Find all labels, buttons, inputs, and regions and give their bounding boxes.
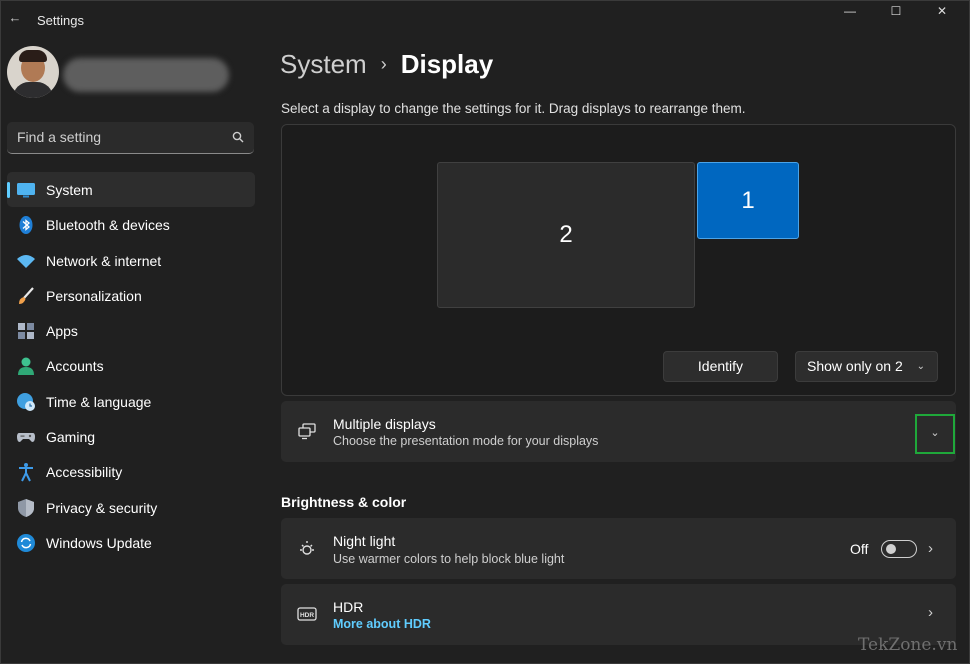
brightness-section-heading: Brightness & color: [281, 494, 407, 510]
sidebar-item-accounts[interactable]: Accounts: [7, 348, 255, 383]
search-input[interactable]: Find a setting: [17, 129, 101, 145]
display-2-number: 2: [559, 221, 573, 248]
display-arrangement-hint: Select a display to change the settings …: [281, 101, 746, 116]
sidebar-item-gaming[interactable]: Gaming: [7, 419, 255, 454]
hdr-title: HDR: [333, 599, 364, 615]
accessibility-icon: [19, 463, 33, 482]
chevron-down-icon: ⌄: [916, 361, 925, 372]
sidebar-item-label: Gaming: [46, 429, 96, 446]
multiple-displays-title: Multiple displays: [333, 416, 436, 432]
sidebar-nav: System Bluetooth & devices Network & int…: [7, 172, 255, 560]
sidebar-item-label: Apps: [46, 323, 78, 340]
breadcrumb-parent[interactable]: System: [280, 49, 367, 79]
sidebar-item-label: System: [46, 182, 93, 198]
multiple-displays-subtitle: Choose the presentation mode for your di…: [333, 434, 599, 448]
more-about-hdr-link[interactable]: More about HDR: [333, 617, 431, 631]
chevron-down-icon: ⌄: [930, 427, 940, 439]
display-arrangement-panel: 2 1 Identify Show only on 2 ⌄: [281, 124, 956, 396]
gamepad-icon: [17, 433, 35, 443]
hdr-card[interactable]: HDR HDR More about HDR ›: [281, 584, 956, 645]
sidebar-item-time-language[interactable]: Time & language: [7, 384, 255, 419]
active-indicator: [7, 182, 10, 198]
chevron-right-icon[interactable]: ›: [928, 540, 933, 557]
night-light-icon: [300, 541, 314, 555]
night-light-state-label: Off: [850, 541, 869, 557]
avatar[interactable]: [7, 46, 59, 98]
brush-icon: [19, 287, 34, 304]
sidebar-item-apps[interactable]: Apps: [7, 313, 255, 348]
sidebar-item-label: Privacy & security: [46, 499, 158, 516]
multiple-displays-icon: [298, 423, 316, 440]
display-mode-dropdown[interactable]: Show only on 2 ⌄: [795, 351, 938, 382]
apps-icon: [18, 323, 34, 340]
multiple-displays-card[interactable]: Multiple displays Choose the presentatio…: [281, 401, 956, 462]
sidebar-item-personalization[interactable]: Personalization: [7, 278, 255, 313]
update-icon: [17, 533, 35, 552]
hdr-icon: HDR: [297, 607, 317, 621]
sidebar-item-bluetooth[interactable]: Bluetooth & devices: [7, 207, 255, 242]
title-bar: ← Settings — ☐ ✕: [1, 1, 969, 41]
display-1-number: 1: [741, 187, 755, 214]
sidebar-item-label: Bluetooth & devices: [46, 217, 170, 234]
sidebar-item-accessibility[interactable]: Accessibility: [7, 454, 255, 489]
wifi-icon: [17, 254, 35, 268]
sidebar-item-system[interactable]: System: [7, 172, 255, 208]
night-light-title: Night light: [333, 533, 396, 549]
search-icon: [232, 131, 244, 143]
sidebar-item-privacy-security[interactable]: Privacy & security: [7, 490, 255, 525]
display-2-tile[interactable]: 2: [437, 162, 695, 308]
settings-window: ← Settings — ☐ ✕ Find a setting System B…: [0, 0, 970, 664]
maximize-button[interactable]: ☐: [873, 1, 919, 21]
sidebar-item-windows-update[interactable]: Windows Update: [7, 525, 255, 560]
night-light-toggle[interactable]: [881, 540, 917, 558]
sidebar-item-label: Network & internet: [46, 252, 162, 269]
shield-icon: [18, 498, 34, 517]
chevron-right-icon[interactable]: ›: [928, 604, 933, 621]
display-1-tile[interactable]: 1: [697, 162, 799, 239]
back-arrow-icon[interactable]: ←: [7, 9, 23, 27]
search-box[interactable]: Find a setting: [7, 122, 254, 154]
account-name-blurred: [63, 58, 229, 92]
person-icon: [18, 357, 34, 376]
breadcrumb: System › Display: [280, 49, 493, 80]
expand-button[interactable]: ⌄: [915, 414, 955, 454]
app-title: Settings: [37, 13, 84, 28]
night-light-subtitle: Use warmer colors to help block blue lig…: [333, 552, 565, 566]
globe-clock-icon: [17, 392, 35, 411]
bluetooth-icon: [19, 216, 33, 235]
sidebar-item-label: Accessibility: [46, 464, 123, 481]
night-light-card[interactable]: Night light Use warmer colors to help bl…: [281, 518, 956, 579]
sidebar-item-network[interactable]: Network & internet: [7, 243, 255, 278]
sidebar-item-label: Personalization: [46, 287, 142, 304]
hdr-icon-text: HDR: [300, 612, 314, 619]
chevron-right-icon: ›: [380, 54, 387, 74]
identify-button[interactable]: Identify: [663, 351, 778, 382]
monitor-icon: [17, 183, 35, 198]
minimize-button[interactable]: —: [827, 1, 873, 21]
sidebar-item-label: Accounts: [46, 358, 104, 375]
sidebar-item-label: Time & language: [46, 393, 152, 410]
page-title: Display: [400, 49, 494, 79]
sidebar-item-label: Windows Update: [46, 534, 152, 551]
display-mode-value: Show only on 2: [807, 358, 903, 374]
watermark: TekZone.vn: [858, 635, 958, 655]
close-button[interactable]: ✕: [919, 1, 965, 21]
